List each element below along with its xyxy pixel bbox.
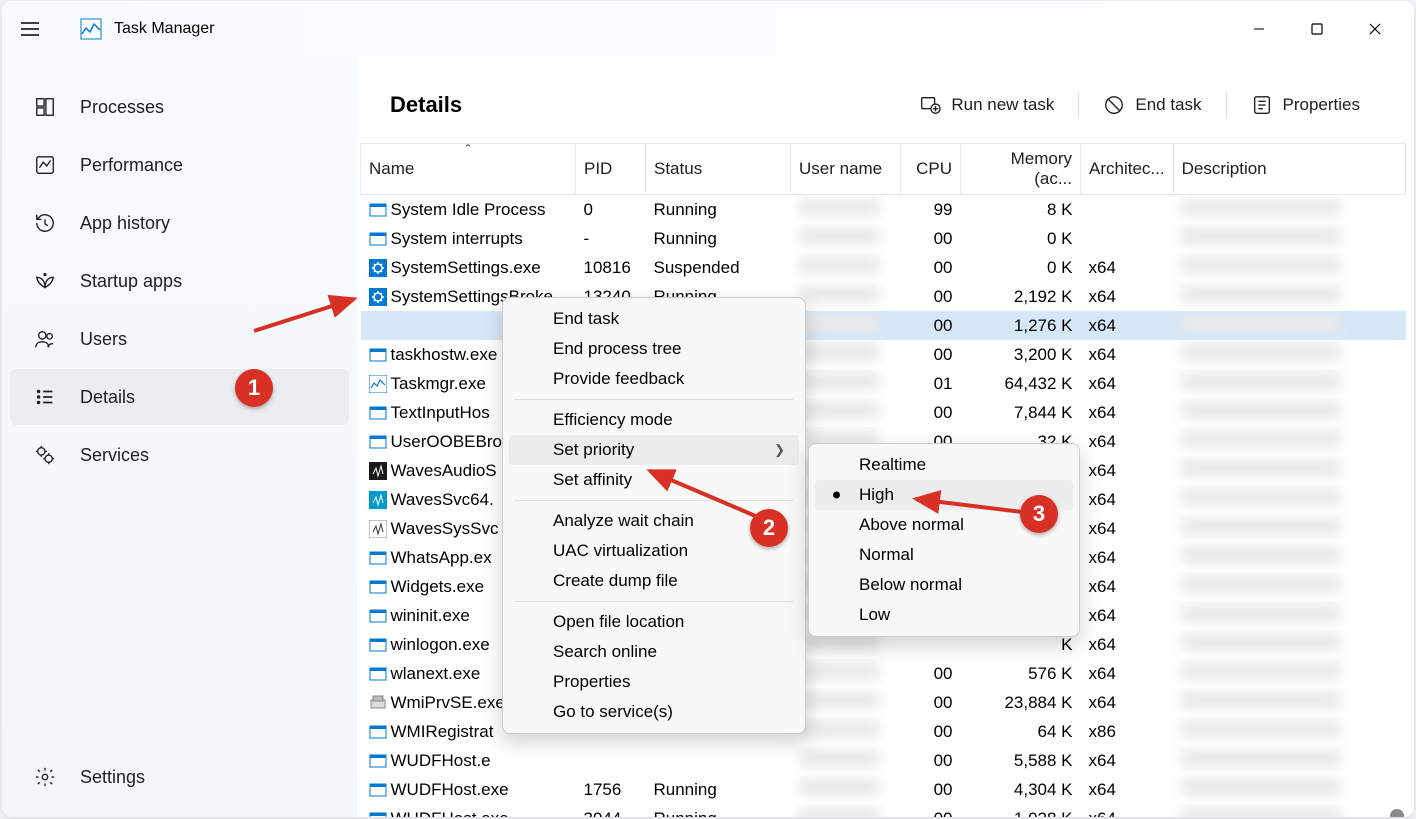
app-title: Task Manager [114,20,215,38]
sidebar-item-performance[interactable]: Performance [10,137,349,193]
sidebar-item-label: Details [80,387,135,408]
startup-icon [32,268,58,294]
run-new-task-button[interactable]: Run new task [903,88,1070,122]
minimize-button[interactable] [1230,9,1288,49]
details-icon [32,384,58,410]
column-header[interactable]: PID [576,144,646,195]
sidebar-item-label: App history [80,213,170,234]
sidebar-item-details[interactable]: Details [10,369,349,425]
page-title: Details [390,92,462,118]
table-row[interactable]: SystemSettings.exe10816Suspended000 Kx64 [361,253,1406,282]
sidebar-item-processes[interactable]: Processes [10,79,349,135]
close-button[interactable] [1346,9,1404,49]
column-header[interactable]: User name [791,144,901,195]
sidebar-item-users[interactable]: Users [10,311,349,367]
table-row[interactable]: WUDFHost.exe1756Running004,304 Kx64 [361,775,1406,804]
menu-item[interactable]: End process tree [509,334,799,364]
table-row[interactable]: System Idle Process0Running998 K [361,195,1406,225]
sidebar-item-services[interactable]: Services [10,427,349,483]
maximize-button[interactable] [1288,9,1346,49]
column-header[interactable]: Name⌃ [361,144,576,195]
gear-icon [32,764,58,790]
annotation-badge-1: 1 [235,369,273,407]
menu-item[interactable]: Below normal [815,570,1073,600]
end-task-button[interactable]: End task [1087,88,1217,122]
menu-item[interactable]: Efficiency mode [509,405,799,435]
priority-submenu: RealtimeHighAbove normalNormalBelow norm… [808,443,1080,637]
menu-item[interactable]: End task [509,304,799,334]
menu-item[interactable]: Set priority❯ [509,435,799,465]
column-header[interactable]: CPU [901,144,961,195]
scrollbar-thumb[interactable] [1390,809,1404,817]
menu-item[interactable]: Properties [509,667,799,697]
menu-item[interactable]: Search online [509,637,799,667]
sidebar-item-label: Startup apps [80,271,182,292]
annotation-badge-3: 3 [1020,495,1058,533]
menu-item[interactable]: Realtime [815,450,1073,480]
sidebar-item-label: Processes [80,97,164,118]
run-icon [919,94,941,116]
processes-icon [32,94,58,120]
sidebar: Processes Performance App history Startup a… [2,57,357,817]
properties-button[interactable]: Properties [1235,88,1376,122]
table-row[interactable]: WUDFHost.e005,588 Kx64 [361,746,1406,775]
annotation-badge-2: 2 [750,509,788,547]
performance-icon [32,152,58,178]
sidebar-item-label: Users [80,329,127,350]
hamburger-button[interactable] [12,11,48,47]
menu-item[interactable]: Provide feedback [509,364,799,394]
app-icon [80,18,102,40]
menu-item[interactable]: Set affinity [509,465,799,495]
menu-item[interactable]: Low [815,600,1073,630]
sidebar-item-label: Performance [80,155,183,176]
column-header[interactable]: Description [1173,144,1405,195]
menu-item[interactable]: Normal [815,540,1073,570]
column-header[interactable]: Architec... [1081,144,1174,195]
titlebar: Task Manager [2,1,1414,57]
sidebar-item-startup[interactable]: Startup apps [10,253,349,309]
end-task-icon [1103,94,1125,116]
properties-icon [1251,94,1273,116]
table-row[interactable]: WUDFHost.exe3944Running001,028 Kx64 [361,804,1406,817]
table-row[interactable]: System interrupts-Running000 K [361,224,1406,253]
users-icon [32,326,58,352]
menu-item[interactable]: Go to service(s) [509,697,799,727]
sidebar-item-label: Services [80,445,149,466]
history-icon [32,210,58,236]
menu-item[interactable]: Open file location [509,607,799,637]
sidebar-item-label: Settings [80,767,145,788]
sidebar-item-history[interactable]: App history [10,195,349,251]
services-icon [32,442,58,468]
column-header[interactable]: Memory (ac... [961,144,1081,195]
menu-item[interactable]: Create dump file [509,566,799,596]
sidebar-item-settings[interactable]: Settings [10,749,349,805]
column-header[interactable]: Status [646,144,791,195]
